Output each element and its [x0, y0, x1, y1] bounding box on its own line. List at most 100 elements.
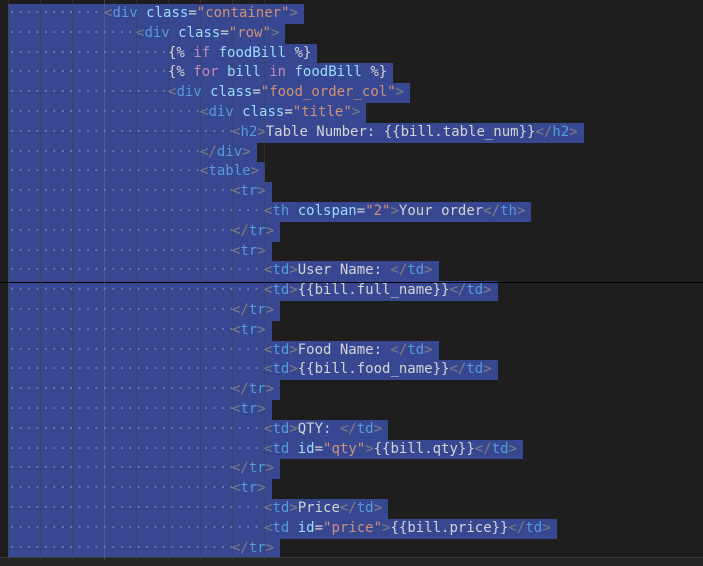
code-text: < td > User Name: </td >: [264, 261, 433, 281]
code-line[interactable]: ······················· < div class = "title…: [0, 103, 703, 123]
code-token: >: [257, 480, 266, 497]
code-line[interactable]: ··················· < div class = "food_orde…: [0, 83, 703, 103]
code-token: >: [257, 242, 266, 259]
code-token: if: [193, 44, 211, 61]
whitespace-markers: ···························: [8, 401, 236, 417]
code-token: >: [424, 341, 433, 358]
code-line[interactable]: ··························· < h2 > Table Num…: [0, 122, 703, 143]
code-line[interactable]: ··························· < tr >: [0, 182, 703, 202]
code-text: </tr >: [232, 301, 274, 321]
code-line[interactable]: ··························· </tr >: [0, 380, 703, 400]
code-text: < td id = "price" > {{bill.price}} </td >: [264, 519, 551, 539]
code-line[interactable]: ······················· </div >: [0, 142, 703, 163]
code-line[interactable]: ······························ < td > Price <…: [0, 499, 703, 519]
code-line[interactable]: ······························ < th colspa…: [0, 202, 703, 222]
code-token: td: [466, 282, 484, 299]
code-token: <: [264, 203, 273, 219]
code-text: {% if foodBill %}: [168, 44, 311, 64]
code-token: bill: [227, 64, 261, 81]
code-token: "row": [228, 24, 271, 41]
code-line[interactable]: ······················· < table >: [0, 162, 703, 183]
code-token: td: [272, 282, 290, 299]
code-text: < td id = "qty" > {{bill.qty}} </td >: [264, 440, 517, 460]
code-token: >: [265, 222, 275, 239]
whitespace-markers: ······························: [8, 262, 261, 279]
code-token: >: [257, 183, 266, 200]
code-text: </div >: [200, 143, 251, 163]
code-line[interactable]: ······························ < td > {{bill…: [0, 360, 703, 381]
code-token: tr: [240, 401, 258, 417]
code-line[interactable]: ··························· < tr >: [0, 241, 703, 262]
code-line[interactable]: ··············· < div class = "row" >: [0, 23, 703, 44]
code-line[interactable]: ··························· </tr >: [0, 221, 703, 242]
code-text: < td > {{bill.full_name}} </td >: [264, 281, 492, 301]
code-text: < h2 > Table Number: {{bill.table_num}} </h2…: [232, 123, 578, 143]
code-text: < tr >: [232, 242, 266, 262]
code-line[interactable]: ······························ < td id = "qt…: [0, 439, 703, 460]
code-token: >: [265, 381, 275, 398]
code-line[interactable]: ······························ < td id = "pr…: [0, 518, 703, 539]
code-line[interactable]: ··························· </tr >: [0, 459, 703, 480]
code-token: class: [242, 104, 285, 120]
code-token: td: [272, 420, 290, 437]
code-token: >: [373, 500, 383, 516]
code-token: </: [232, 222, 249, 239]
code-token: >: [351, 104, 361, 120]
code-line[interactable]: ··························· < tr >: [0, 479, 703, 499]
code-line[interactable]: ··························· </tr >: [0, 301, 703, 321]
whitespace-markers: ······························: [8, 203, 261, 219]
code-line[interactable]: ······························ < td > Food N…: [0, 340, 703, 361]
code-token: class: [210, 84, 253, 101]
code-token: div: [112, 5, 138, 21]
code-token: </: [449, 282, 467, 299]
code-token: td: [272, 500, 290, 516]
code-line[interactable]: ··················· {% for bill in foodBi…: [0, 63, 703, 84]
code-line[interactable]: ··························· < tr >: [0, 320, 703, 341]
code-line[interactable]: ··················· {% if foodBill %}: [0, 43, 703, 64]
code-text: </tr >: [232, 459, 274, 479]
code-token: >: [250, 163, 260, 180]
code-token: "price": [323, 519, 383, 536]
code-text: < th colspan = "2" > Your order </th >: [264, 202, 525, 222]
code-token: {{bill.qty}}: [373, 440, 475, 457]
code-token: <: [264, 519, 273, 536]
whitespace-markers: ···························: [8, 460, 236, 477]
code-token: %}: [286, 44, 312, 61]
code-token: >: [390, 203, 399, 219]
code-token: >: [483, 361, 492, 378]
code-token: =: [356, 203, 366, 219]
code-line[interactable]: ··········· < div class = "container" >: [0, 4, 703, 24]
code-token: tr: [248, 460, 266, 477]
code-token: <: [264, 500, 273, 516]
code-token: {{bill.food_name}}: [297, 361, 450, 378]
code-text: < tr >: [232, 479, 266, 499]
code-token: foodBill: [218, 44, 287, 61]
code-token: td: [491, 440, 509, 457]
code-token: </: [232, 381, 249, 398]
whitespace-markers: ······························: [8, 519, 261, 536]
whitespace-markers: ···················: [8, 84, 169, 101]
code-editor[interactable]: ··········· < div class = "container" > ······…: [0, 0, 703, 566]
code-token: th: [272, 203, 290, 219]
code-token: <: [264, 440, 273, 457]
whitespace-markers: ······························: [8, 361, 261, 378]
whitespace-markers: ···························: [8, 302, 236, 318]
code-line[interactable]: ··························· < tr >: [0, 400, 703, 420]
code-token: </: [474, 440, 492, 457]
code-token: for: [193, 64, 219, 81]
code-token: td: [272, 440, 290, 457]
code-token: >: [395, 84, 405, 101]
code-line[interactable]: ······························ < td > {{bill…: [0, 281, 703, 301]
code-token: div: [144, 24, 170, 41]
code-token: id: [297, 440, 315, 457]
code-line[interactable]: ······························ < td > User N…: [0, 261, 703, 282]
code-line[interactable]: ··························· </tr >: [0, 538, 703, 559]
code-line[interactable]: ······························ < td > QTY: <…: [0, 419, 703, 440]
code-token: <: [168, 84, 177, 101]
code-token: </: [508, 519, 526, 536]
code-token: class: [178, 24, 221, 41]
code-token: th: [500, 203, 517, 219]
code-token: >: [257, 401, 266, 417]
